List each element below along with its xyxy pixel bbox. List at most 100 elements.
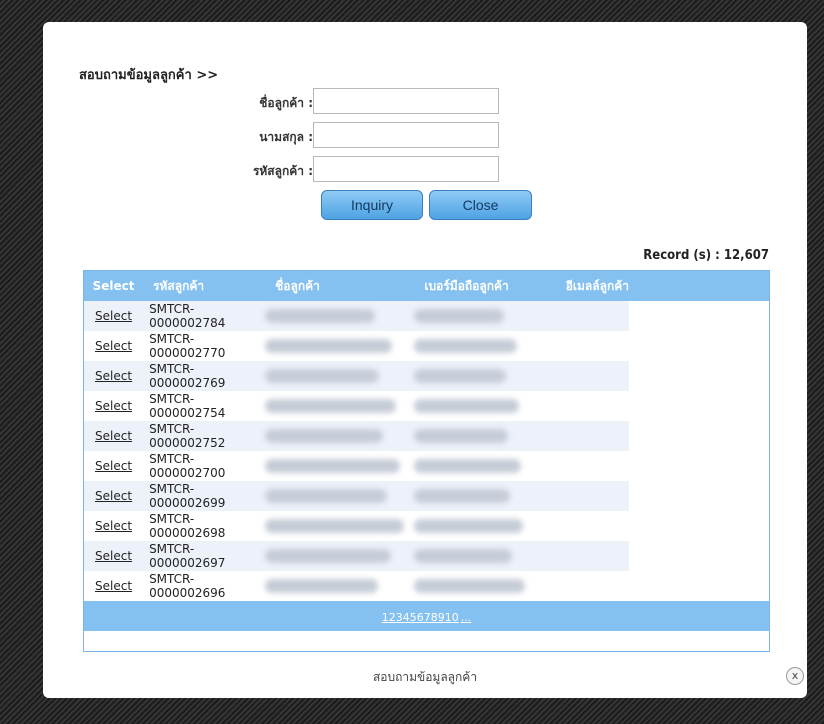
customer-code-cell: SMTCR-0000002697 <box>143 541 266 571</box>
row-select-cell: Select <box>84 301 144 331</box>
grid-header-fill <box>629 271 769 301</box>
redacted-mobile <box>414 429 509 443</box>
customer-name-cell <box>265 571 414 601</box>
customer-mobile-cell <box>414 331 555 361</box>
row-select-cell: Select <box>84 541 144 571</box>
customer-code-cell: SMTCR-0000002696 <box>149 572 226 600</box>
row-select-cell: Select <box>84 331 143 361</box>
customer-code-cell: SMTCR-0000002698 <box>149 512 226 540</box>
page-link[interactable]: ... <box>461 611 472 624</box>
customer-code-cell: SMTCR-0000002699 <box>143 481 266 511</box>
page-link[interactable]: 6 <box>417 611 424 624</box>
column-header-code: รหัสลูกค้า <box>143 271 266 301</box>
redacted-mobile <box>414 549 513 563</box>
row-select-cell: Select <box>84 421 144 451</box>
customer-mobile-cell <box>414 301 556 331</box>
close-icon[interactable]: x <box>786 667 804 685</box>
column-header-select: Select <box>84 271 144 301</box>
redacted-name <box>265 339 393 353</box>
select-link[interactable]: Select <box>95 459 132 473</box>
customer-email-cell <box>555 421 629 451</box>
table-row: Select SMTCR-0000002697 <box>84 541 629 571</box>
customer-mobile-cell <box>414 451 555 481</box>
customer-mobile-cell <box>414 541 556 571</box>
page-link[interactable]: 9 <box>438 611 445 624</box>
customer-code-cell: SMTCR-0000002754 <box>149 392 226 420</box>
select-link[interactable]: Select <box>95 549 132 563</box>
redacted-mobile <box>414 459 522 473</box>
footer-caption: สอบถามข้อมูลลูกค้า <box>372 670 478 684</box>
customer-email-cell <box>555 541 629 571</box>
customer-email-cell <box>556 511 629 541</box>
redacted-name <box>265 549 392 563</box>
column-header-mobile: เบอร์มือถือลูกค้า <box>414 271 556 301</box>
page-link[interactable]: 3 <box>396 611 403 624</box>
customer-mobile-cell <box>414 511 555 541</box>
customer-email-cell <box>556 391 629 421</box>
redacted-name <box>265 579 379 593</box>
customer-mobile-cell <box>414 391 555 421</box>
row-select-cell: Select <box>84 361 144 391</box>
customer-name-cell <box>265 451 414 481</box>
customer-name-cell <box>265 391 414 421</box>
customer-name-cell <box>265 301 415 331</box>
customer-code-label: รหัสลูกค้า : <box>252 164 313 178</box>
inquiry-button[interactable]: Inquiry <box>321 190 423 220</box>
customer-name-cell <box>265 481 415 511</box>
customer-code-cell: SMTCR-0000002752 <box>143 421 266 451</box>
page-link[interactable]: 5 <box>410 611 417 624</box>
column-header-name: ชื่อลูกค้า <box>265 271 415 301</box>
redacted-name <box>265 519 405 533</box>
customer-code-cell: SMTCR-0000002769 <box>143 361 266 391</box>
customer-table: Select รหัสลูกค้า ชื่อลูกค้า เบอร์มือถือ… <box>84 271 629 601</box>
customer-email-cell <box>555 361 629 391</box>
customer-code-cell: SMTCR-0000002770 <box>149 332 226 360</box>
page-link[interactable]: 7 <box>424 611 431 624</box>
table-row: Select SMTCR-0000002754 <box>84 391 629 421</box>
page-link[interactable]: 8 <box>431 611 438 624</box>
customer-grid: Select รหัสลูกค้า ชื่อลูกค้า เบอร์มือถือ… <box>83 270 770 652</box>
first-name-row: ชื่อลูกค้า : <box>43 88 313 116</box>
select-link[interactable]: Select <box>95 579 132 593</box>
customer-email-cell <box>555 301 629 331</box>
select-link[interactable]: Select <box>95 429 132 443</box>
select-link[interactable]: Select <box>95 489 132 503</box>
redacted-mobile <box>414 369 507 383</box>
table-row: Select SMTCR-0000002769 <box>84 361 629 391</box>
first-name-input[interactable] <box>313 88 499 114</box>
page-link[interactable]: 4 <box>403 611 410 624</box>
select-link[interactable]: Select <box>95 339 132 353</box>
page-link[interactable]: 10 <box>445 611 459 624</box>
row-select-cell: Select <box>84 391 143 421</box>
row-select-cell: Select <box>84 571 143 601</box>
redacted-mobile <box>414 519 524 533</box>
table-header-row: Select รหัสลูกค้า ชื่อลูกค้า เบอร์มือถือ… <box>84 271 629 301</box>
close-button[interactable]: Close <box>429 190 532 220</box>
row-select-cell: Select <box>84 451 143 481</box>
redacted-mobile <box>414 309 505 323</box>
customer-code-cell: SMTCR-0000002700 <box>149 452 226 480</box>
redacted-name <box>265 309 376 323</box>
redacted-name <box>265 429 384 443</box>
select-link[interactable]: Select <box>95 399 132 413</box>
page-link[interactable]: 2 <box>389 611 396 624</box>
page-link[interactable]: 1 <box>382 611 389 624</box>
customer-email-cell <box>556 571 629 601</box>
redacted-name <box>265 369 380 383</box>
table-row: Select SMTCR-0000002700 <box>84 451 629 481</box>
last-name-input[interactable] <box>313 122 499 148</box>
customer-name-cell <box>265 421 415 451</box>
customer-email-cell <box>555 481 629 511</box>
form-title: สอบถามข้อมูลลูกค้า >> <box>79 68 219 83</box>
table-row: Select SMTCR-0000002699 <box>84 481 629 511</box>
redacted-mobile <box>414 579 526 593</box>
select-link[interactable]: Select <box>95 369 132 383</box>
customer-name-cell <box>265 331 414 361</box>
select-link[interactable]: Select <box>95 309 132 323</box>
select-link[interactable]: Select <box>95 519 132 533</box>
customer-mobile-cell <box>414 361 556 391</box>
table-row: Select SMTCR-0000002752 <box>84 421 629 451</box>
customer-code-input[interactable] <box>313 156 499 182</box>
customer-mobile-cell <box>414 481 556 511</box>
last-name-row: นามสกุล : <box>43 122 313 150</box>
